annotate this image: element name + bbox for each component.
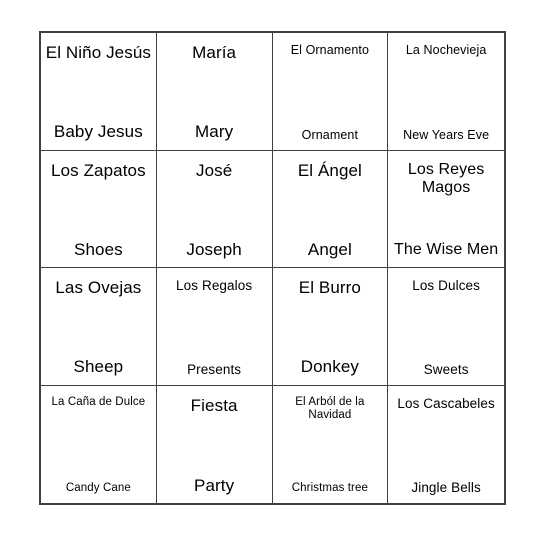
bingo-cell-translation: Shoes <box>74 239 123 259</box>
bingo-cell[interactable]: Los Reyes Magos The Wise Men <box>388 150 504 268</box>
bingo-cell[interactable]: El Niño Jesús Baby Jesus <box>41 33 157 151</box>
bingo-cell[interactable]: El Ornamento Ornament <box>272 33 389 151</box>
bingo-cell-translation: Jingle Bells <box>411 480 481 496</box>
bingo-cell[interactable]: La Caña de Dulce Candy Cane <box>41 385 157 503</box>
bingo-cell-translation: Baby Jesus <box>53 122 143 142</box>
bingo-cell-term: El Niño Jesús <box>45 43 151 62</box>
bingo-cell-translation: Candy Cane <box>65 482 131 495</box>
bingo-cell-translation: New Years Eve <box>403 127 490 142</box>
bingo-cell-translation: The Wise Men <box>393 241 499 259</box>
bingo-cell-translation: Angel <box>307 239 352 259</box>
bingo-cell-translation: Presents <box>187 361 242 377</box>
bingo-cell[interactable]: Los Dulces Sweets <box>388 268 504 386</box>
bingo-cell[interactable]: Los Regalos Presents <box>156 268 273 386</box>
bingo-cell-translation: Sweets <box>423 361 469 377</box>
bingo-cell[interactable]: El Ángel Angel <box>272 150 389 268</box>
bingo-cell-term: Las Ovejas <box>55 278 142 297</box>
bingo-cell-translation: Sheep <box>73 357 124 377</box>
bingo-cell-translation: Ornament <box>301 127 359 142</box>
bingo-card-grid: El Niño Jesús Baby Jesus María Mary El Ornam… <box>39 31 506 505</box>
bingo-cell[interactable]: Los Zapatos Shoes <box>41 150 157 268</box>
bingo-cell[interactable]: María Mary <box>156 33 273 151</box>
bingo-cell-term: El Arból de la Navidad <box>295 395 365 422</box>
bingo-cell[interactable]: La Nochevieja New Years Eve <box>388 33 504 151</box>
bingo-cell-translation: Donkey <box>300 357 359 377</box>
bingo-cell-term: Los Regalos <box>176 278 253 293</box>
bingo-cell[interactable]: Fiesta Party <box>156 385 273 503</box>
bingo-cell-translation: Party <box>194 475 235 495</box>
bingo-cell-term: Fiesta <box>190 395 238 415</box>
bingo-cell-translation: Christmas tree <box>291 482 368 495</box>
bingo-cell-term: La Caña de Dulce <box>51 395 146 408</box>
bingo-cell[interactable]: El Arból de la Navidad Christmas tree <box>272 385 389 503</box>
bingo-cell-translation: Mary <box>195 122 234 142</box>
bingo-cell[interactable]: Los Cascabeles Jingle Bells <box>388 385 504 503</box>
bingo-cell-term: Los Cascabeles <box>397 395 495 411</box>
bingo-cell-term: José <box>195 160 233 180</box>
bingo-cell-translation: Joseph <box>186 239 242 259</box>
bingo-cell[interactable]: Las Ovejas Sheep <box>41 268 157 386</box>
bingo-cell-term: La Nochevieja <box>405 43 487 57</box>
bingo-cell[interactable]: José Joseph <box>156 150 273 268</box>
bingo-cell-term: Los Dulces <box>412 278 481 293</box>
bingo-cell-term: Los Reyes Magos <box>407 160 485 197</box>
bingo-cell-term: El Burro <box>298 278 361 297</box>
bingo-cell[interactable]: El Burro Donkey <box>272 268 389 386</box>
bingo-cell-term: María <box>192 43 237 62</box>
bingo-cell-term: El Ángel <box>297 160 362 180</box>
bingo-cell-term: Los Zapatos <box>51 160 146 180</box>
bingo-cell-term: El Ornamento <box>290 43 370 57</box>
